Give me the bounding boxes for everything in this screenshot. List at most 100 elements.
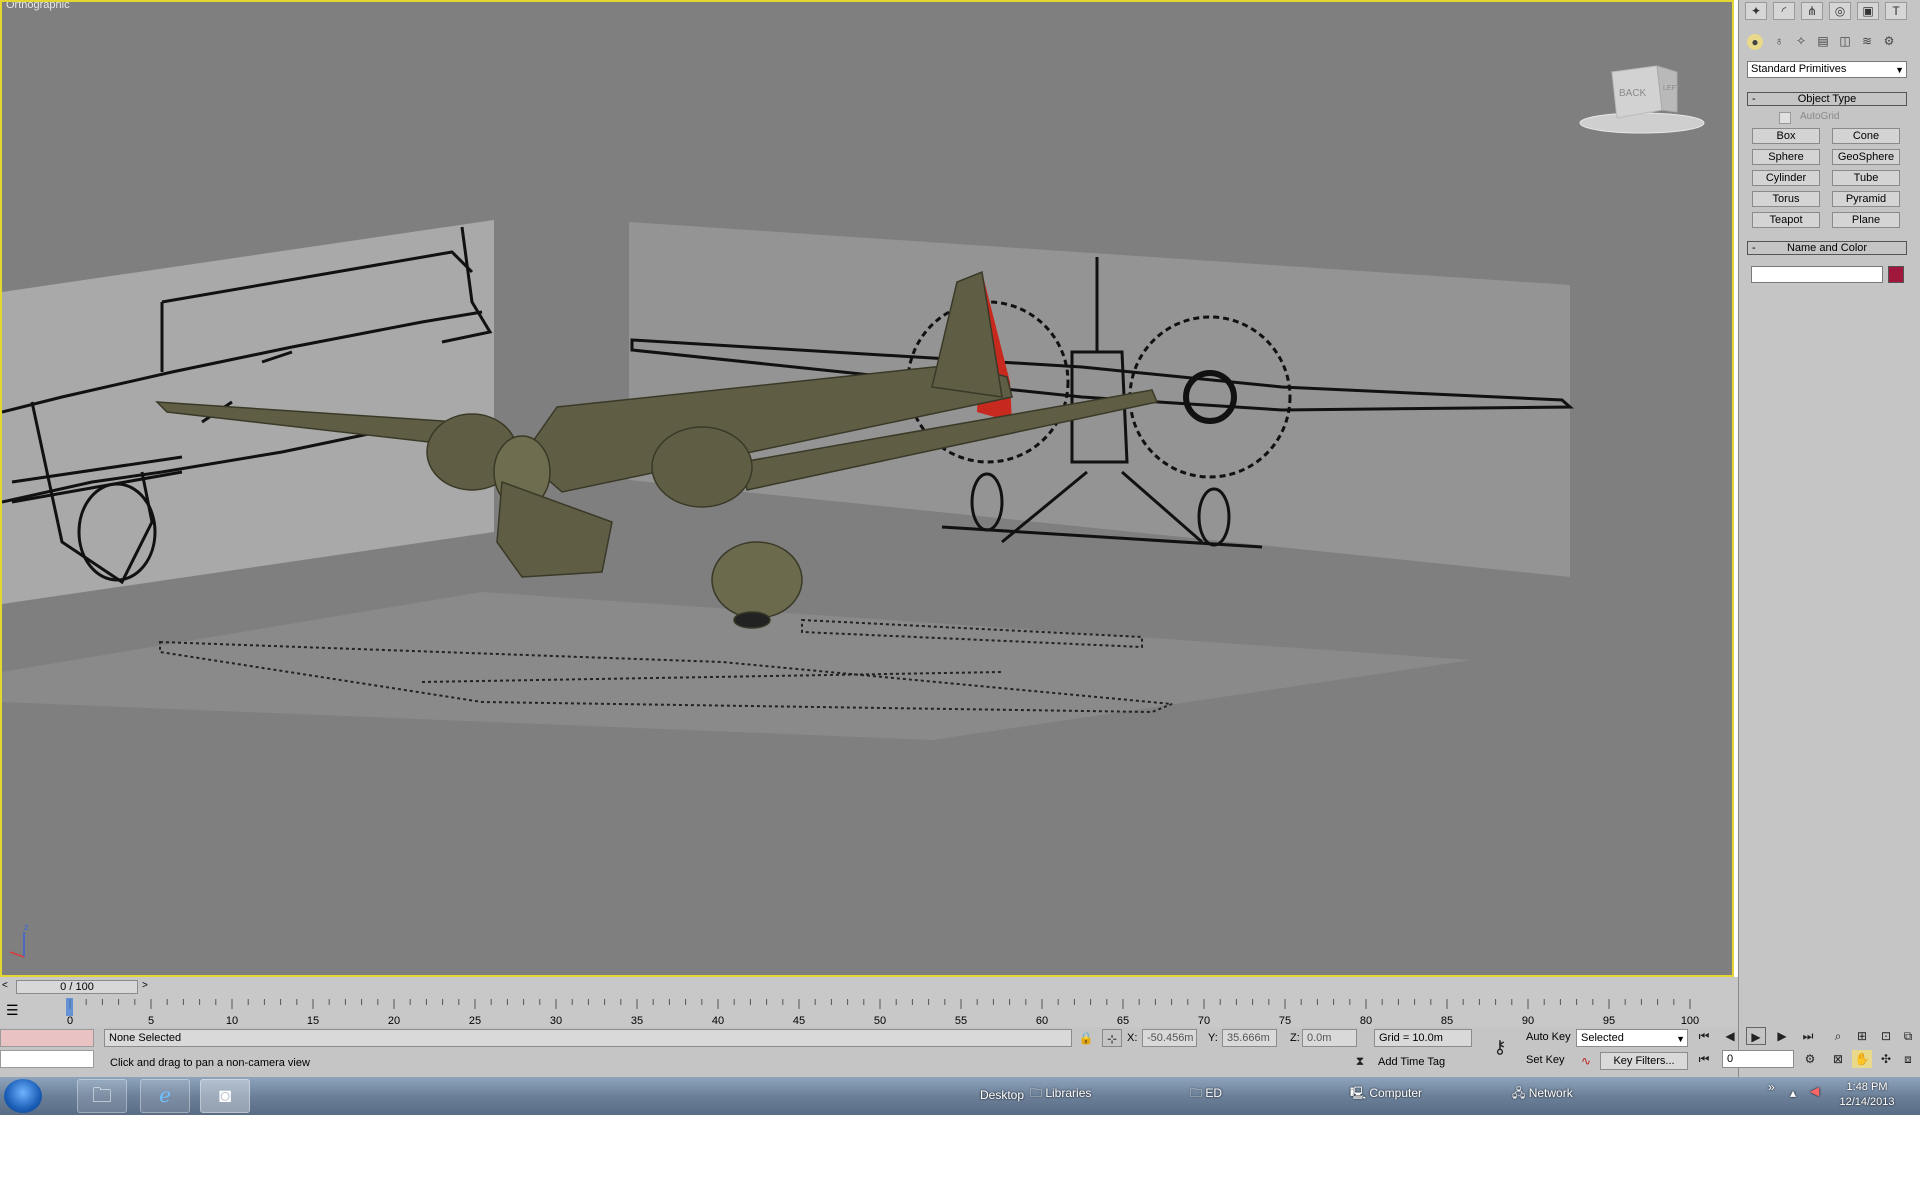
previous-frame-icon[interactable]: ◀	[1720, 1027, 1740, 1045]
sphere-button[interactable]: Sphere	[1752, 149, 1820, 165]
curve-icon[interactable]: ∿	[1576, 1052, 1596, 1070]
plane-button[interactable]: Plane	[1832, 212, 1900, 228]
autogrid-checkbox[interactable]	[1779, 112, 1791, 124]
taskbar-link-desktop[interactable]: Desktop	[980, 1088, 1024, 1102]
ruler-tick-label: 85	[1441, 1015, 1453, 1027]
go-to-end-icon[interactable]: ⏭	[1798, 1027, 1818, 1045]
chevron-down-icon: ▼	[1895, 65, 1904, 75]
zoom-all-icon[interactable]: ⊞	[1852, 1027, 1872, 1045]
set-key-button[interactable]: Set Key	[1522, 1052, 1574, 1070]
name-and-color-title: Name and Color	[1786, 242, 1868, 254]
time-configuration-icon[interactable]: ⚙	[1800, 1050, 1820, 1068]
clock-time: 1:48 PM	[1846, 1081, 1888, 1093]
taskbar-link-computer[interactable]: 🖳 Computer	[1350, 1084, 1422, 1105]
ruler-tick-label: 90	[1522, 1015, 1534, 1027]
maximize-viewport-icon[interactable]: ⧈	[1898, 1050, 1918, 1068]
perspective-viewport[interactable]: z Orthographic BACK LEFT	[0, 0, 1734, 977]
show-more-icon[interactable]: »	[1768, 1080, 1775, 1094]
ruler-tick-label: 30	[550, 1015, 562, 1027]
primitive-type-dropdown[interactable]: Standard Primitives ▼	[1747, 61, 1907, 78]
ruler-tick-label: 70	[1198, 1015, 1210, 1027]
system-clock[interactable]: 1:48 PM 12/14/2013	[1832, 1080, 1902, 1110]
ruler-tick-label: 50	[874, 1015, 886, 1027]
internet-explorer-icon[interactable]: ℯ	[140, 1079, 190, 1113]
frame-ruler[interactable]: 0 5 10 15 20 25 30 35 40 45 50 55 60 65 70 75 80 85 90 95 10…	[50, 997, 1710, 1027]
next-frame-icon[interactable]: ▶	[1772, 1027, 1792, 1045]
windows-start-icon[interactable]	[4, 1079, 42, 1113]
systems-category-icon[interactable]: ⚙	[1879, 32, 1899, 50]
spacewarps-category-icon[interactable]: ≋	[1857, 32, 1877, 50]
taskbar-link-libraries[interactable]: 🗀 Libraries	[1030, 1084, 1091, 1105]
object-type-rollout[interactable]: - Object Type	[1747, 92, 1907, 106]
axis-tripod: z	[9, 922, 29, 958]
primitive-type-value: Standard Primitives	[1751, 63, 1847, 75]
box-button[interactable]: Box	[1752, 128, 1820, 144]
explorer-taskbar-icon[interactable]: 🗀	[77, 1079, 127, 1113]
modify-tab-icon[interactable]: ◜	[1773, 2, 1795, 20]
zoom-extents-icon[interactable]: ⊡	[1876, 1027, 1896, 1045]
name-and-color-rollout[interactable]: - Name and Color	[1747, 241, 1907, 255]
field-of-view-icon[interactable]: ⊠	[1828, 1050, 1848, 1068]
tube-button[interactable]: Tube	[1832, 170, 1900, 186]
prompt-text: Click and drag to pan a non-camera view	[110, 1057, 310, 1069]
zoom-icon[interactable]: ⌕	[1828, 1027, 1848, 1045]
utilities-tab-icon[interactable]: T	[1885, 2, 1907, 20]
maxscript-listener[interactable]	[0, 1029, 94, 1047]
lock-icon[interactable]: 🔒	[1076, 1029, 1096, 1047]
time-tag-icon[interactable]: ⧗	[1350, 1052, 1370, 1070]
ruler-tick-label: 45	[793, 1015, 805, 1027]
helpers-category-icon[interactable]: ◫	[1835, 32, 1855, 50]
teapot-button[interactable]: Teapot	[1752, 212, 1820, 228]
object-name-input[interactable]	[1751, 266, 1883, 283]
ruler-tick-label: 0	[67, 1015, 73, 1027]
absolute-mode-icon[interactable]: ⊹	[1102, 1029, 1122, 1047]
taskbar-link-ed[interactable]: 🗀 ED	[1190, 1084, 1222, 1105]
cone-button[interactable]: Cone	[1832, 128, 1900, 144]
torus-button[interactable]: Torus	[1752, 191, 1820, 207]
time-slider-track	[0, 977, 1738, 995]
hierarchy-tab-icon[interactable]: ⋔	[1801, 2, 1823, 20]
key-mode-value: Selected	[1581, 1032, 1624, 1044]
curve-editor-icon[interactable]: ☰	[6, 1002, 19, 1019]
auto-key-button[interactable]: Auto Key	[1522, 1029, 1574, 1047]
time-slider[interactable]: 0 / 100	[16, 980, 138, 994]
computer-icon: 🖳	[1350, 1086, 1370, 1100]
3dsmax-taskbar-icon[interactable]: ◙	[200, 1079, 250, 1113]
cylinder-button[interactable]: Cylinder	[1752, 170, 1820, 186]
zoom-extents-all-icon[interactable]: ⧉	[1898, 1027, 1918, 1045]
add-time-tag-button[interactable]: Add Time Tag	[1374, 1054, 1472, 1072]
orbit-icon[interactable]: ✣	[1876, 1050, 1896, 1068]
tray-expand-icon[interactable]: ▴	[1790, 1086, 1796, 1100]
cameras-category-icon[interactable]: ▤	[1813, 32, 1833, 50]
y-coordinate-field[interactable]: 35.666m	[1222, 1029, 1277, 1047]
lights-category-icon[interactable]: ✧	[1791, 32, 1811, 50]
create-tab-icon[interactable]: ✦	[1745, 2, 1767, 20]
time-prev-icon[interactable]: <	[2, 980, 8, 991]
taskbar-link-network[interactable]: 🖧 Network	[1512, 1084, 1573, 1105]
key-icon[interactable]: ⚷	[1486, 1038, 1514, 1056]
motion-tab-icon[interactable]: ◎	[1829, 2, 1851, 20]
display-tab-icon[interactable]: ▣	[1857, 2, 1879, 20]
pyramid-button[interactable]: Pyramid	[1832, 191, 1900, 207]
geosphere-button[interactable]: GeoSphere	[1832, 149, 1900, 165]
go-to-start-icon[interactable]: ⏮	[1694, 1027, 1714, 1045]
z-coordinate-field[interactable]: 0.0m	[1302, 1029, 1357, 1047]
x-coordinate-field[interactable]: -50.456m	[1142, 1029, 1197, 1047]
shapes-category-icon[interactable]: ♁	[1769, 32, 1789, 50]
windows-taskbar	[0, 1077, 1920, 1115]
play-icon[interactable]: ▶	[1746, 1027, 1766, 1045]
viewport-label[interactable]: Orthographic	[6, 2, 70, 11]
current-frame-marker[interactable]	[66, 998, 73, 1016]
geometry-category-icon[interactable]: ●	[1747, 34, 1763, 50]
object-color-swatch[interactable]	[1888, 266, 1904, 283]
current-frame-spinner[interactable]: 0	[1722, 1050, 1794, 1068]
key-mode-dropdown[interactable]: Selected ▼	[1576, 1029, 1688, 1047]
key-filters-button[interactable]: Key Filters...	[1600, 1052, 1688, 1070]
taskbar-link-libraries-label: Libraries	[1045, 1086, 1092, 1100]
pan-hand-icon[interactable]: ✋	[1852, 1050, 1872, 1068]
volume-icon[interactable]: ◀	[1810, 1084, 1819, 1098]
maxscript-input[interactable]	[0, 1050, 94, 1068]
key-mode-toggle-icon[interactable]: ⏮	[1694, 1050, 1714, 1068]
viewcube-icon[interactable]: BACK LEFT	[1577, 60, 1707, 140]
time-next-icon[interactable]: >	[142, 980, 148, 991]
